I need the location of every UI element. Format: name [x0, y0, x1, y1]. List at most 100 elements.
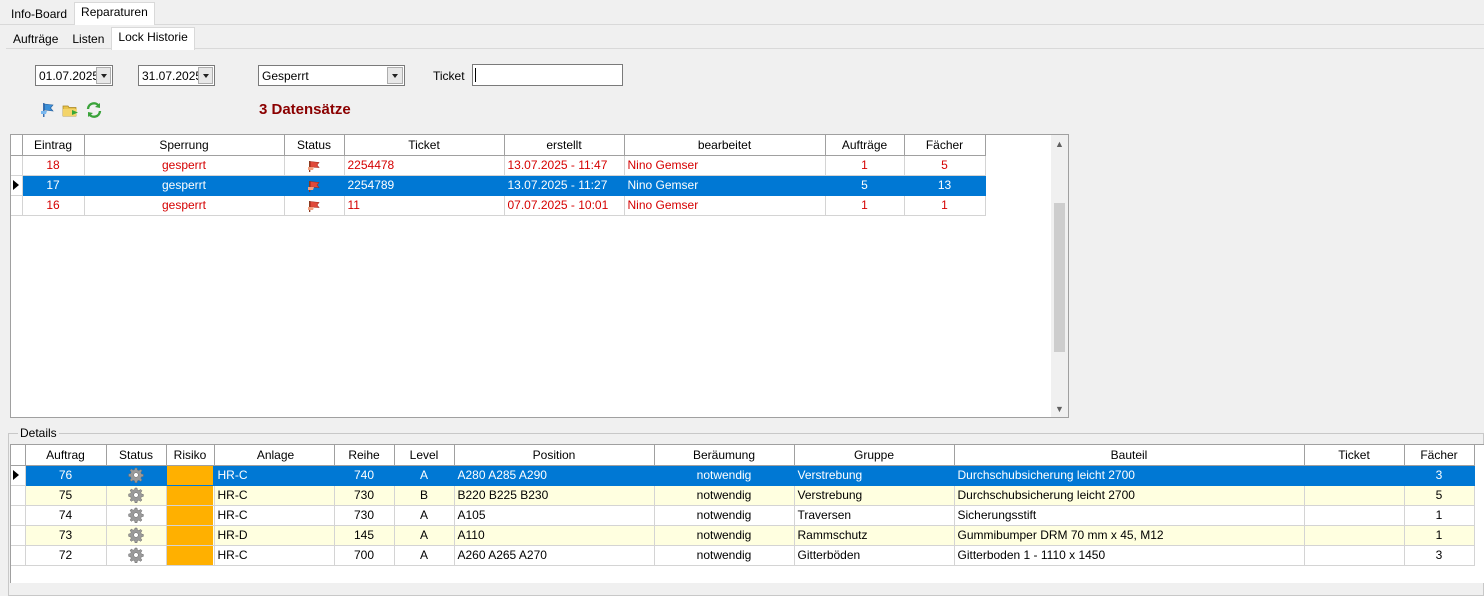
column-header[interactable]: Fächer [1403, 445, 1475, 466]
table-row[interactable]: 72 HR-C 700 A A260 A265 A270 notwendig G… [11, 544, 1475, 566]
red-flag-icon [307, 200, 321, 212]
ticket-input[interactable] [472, 64, 623, 86]
column-header[interactable]: Gruppe [793, 445, 955, 466]
cell-bauteil: Durchschubsicherung leicht 2700 [953, 464, 1305, 486]
cell-ticket [1303, 464, 1405, 486]
cell-auftraege: 1 [824, 154, 905, 176]
table-row[interactable]: 75 HR-C 730 B B220 B225 B230 notwendig V… [11, 484, 1475, 506]
column-header[interactable]: Position [453, 445, 655, 466]
row-selector[interactable] [11, 194, 23, 216]
date-to-value: 31.07.2025 [142, 68, 198, 83]
tab-info-board[interactable]: Info-Board [4, 4, 74, 24]
tab-auftraege[interactable]: Aufträge [6, 29, 65, 49]
column-header[interactable]: Ticket [343, 135, 505, 156]
column-header[interactable]: Eintrag [21, 135, 85, 156]
column-header[interactable]: Beräumung [653, 445, 795, 466]
row-selector[interactable] [11, 504, 26, 526]
date-from-picker[interactable]: 01.07.2025 [35, 65, 113, 86]
column-header[interactable]: Status [105, 445, 167, 466]
cell-auftrag: 76 [24, 464, 107, 486]
row-selector[interactable] [11, 524, 26, 546]
row-selector[interactable] [11, 174, 23, 196]
cell-level: A [393, 464, 455, 486]
cell-erstellt: 13.07.2025 - 11:47 [503, 154, 625, 176]
status-select[interactable]: Gesperrt [258, 65, 405, 86]
scrollbar-thumb[interactable] [1054, 203, 1065, 352]
column-header[interactable]: Ticket [1303, 445, 1405, 466]
cell-gruppe: Traversen [793, 504, 955, 526]
cell-ticket [1303, 524, 1405, 546]
cell-level: A [393, 544, 455, 566]
column-header[interactable]: Sperrung [83, 135, 285, 156]
column-header[interactable]: Anlage [213, 445, 335, 466]
flag-filter-icon[interactable] [38, 101, 56, 119]
cell-auftrag: 74 [24, 504, 107, 526]
cell-bauteil: Sicherungsstift [953, 504, 1305, 526]
table-row[interactable]: 74 HR-C 730 A A105 notwendig Traversen S… [11, 504, 1475, 526]
cell-reihe: 700 [333, 544, 395, 566]
cell-bauteil: Gummibumper DRM 70 mm x 45, M12 [953, 524, 1305, 546]
scroll-down-icon[interactable]: ▼ [1051, 400, 1068, 417]
cell-risiko [165, 544, 215, 566]
scroll-up-icon[interactable]: ▲ [1051, 135, 1068, 152]
column-header[interactable]: Aufträge [824, 135, 905, 156]
vertical-scrollbar[interactable]: ▲ ▼ [1051, 135, 1068, 417]
chevron-down-icon[interactable] [198, 67, 213, 84]
cell-erstellt: 13.07.2025 - 11:27 [503, 174, 625, 196]
cell-status [105, 524, 167, 546]
cell-ticket [1303, 544, 1405, 566]
column-header[interactable]: Reihe [333, 445, 395, 466]
cell-anlage: HR-D [213, 524, 335, 546]
cell-status [105, 504, 167, 526]
row-selector-header [11, 445, 26, 466]
cell-level: A [393, 504, 455, 526]
red-flag-icon [307, 180, 321, 192]
folder-export-icon[interactable] [62, 101, 80, 119]
cell-eintrag: 18 [21, 154, 85, 176]
column-header[interactable]: Bauteil [953, 445, 1305, 466]
column-header[interactable]: Risiko [165, 445, 215, 466]
cell-risiko [165, 484, 215, 506]
tab-listen[interactable]: Listen [65, 29, 111, 49]
grid-header: Eintrag Sperrung Status Ticket erstellt … [11, 135, 986, 156]
cell-ticket [1303, 484, 1405, 506]
row-selector[interactable] [11, 484, 26, 506]
cell-faecher: 5 [903, 154, 986, 176]
cell-anlage: HR-C [213, 484, 335, 506]
cell-faecher: 5 [1403, 484, 1475, 506]
cell-faecher: 13 [903, 174, 986, 196]
row-selector[interactable] [11, 544, 26, 566]
column-header[interactable]: bearbeitet [623, 135, 826, 156]
cell-faecher: 3 [1403, 544, 1475, 566]
column-header[interactable]: Level [393, 445, 455, 466]
cell-level: A [393, 524, 455, 546]
table-row[interactable]: 16 gesperrt 11 07.07.2025 - 10:01 Nino G… [11, 194, 986, 216]
column-header[interactable]: Status [283, 135, 345, 156]
row-selector[interactable] [11, 464, 26, 486]
table-row[interactable]: 73 HR-D 145 A A110 notwendig Rammschutz … [11, 524, 1475, 546]
ticket-label: Ticket [433, 69, 465, 83]
row-selector[interactable] [11, 154, 23, 176]
chevron-down-icon[interactable] [96, 67, 111, 84]
cell-bearbeitet: Nino Gemser [623, 174, 826, 196]
tab-divider [0, 24, 1484, 25]
column-header[interactable]: Auftrag [24, 445, 107, 466]
table-row[interactable]: 17 gesperrt 2254789 13.07.2025 - 11:27 N… [11, 174, 986, 196]
tab-reparaturen[interactable]: Reparaturen [74, 2, 155, 25]
cell-anlage: HR-C [213, 544, 335, 566]
cell-beraeumung: notwendig [653, 544, 795, 566]
cell-beraeumung: notwendig [653, 464, 795, 486]
chevron-down-icon[interactable] [387, 67, 403, 84]
table-row[interactable]: 76 HR-C 740 A A280 A285 A290 notwendig V… [11, 464, 1475, 486]
tab-lock-historie[interactable]: Lock Historie [111, 27, 195, 50]
refresh-icon[interactable] [85, 101, 103, 119]
cell-position: A110 [453, 524, 655, 546]
date-to-picker[interactable]: 31.07.2025 [138, 65, 215, 86]
gear-icon [128, 547, 144, 564]
table-row[interactable]: 18 gesperrt 2254478 13.07.2025 - 11:47 N… [11, 154, 986, 176]
column-header[interactable]: Fächer [903, 135, 986, 156]
column-header[interactable]: erstellt [503, 135, 625, 156]
risk-indicator [167, 466, 213, 484]
cell-faecher: 1 [1403, 524, 1475, 546]
status-select-value: Gesperrt [262, 68, 309, 83]
